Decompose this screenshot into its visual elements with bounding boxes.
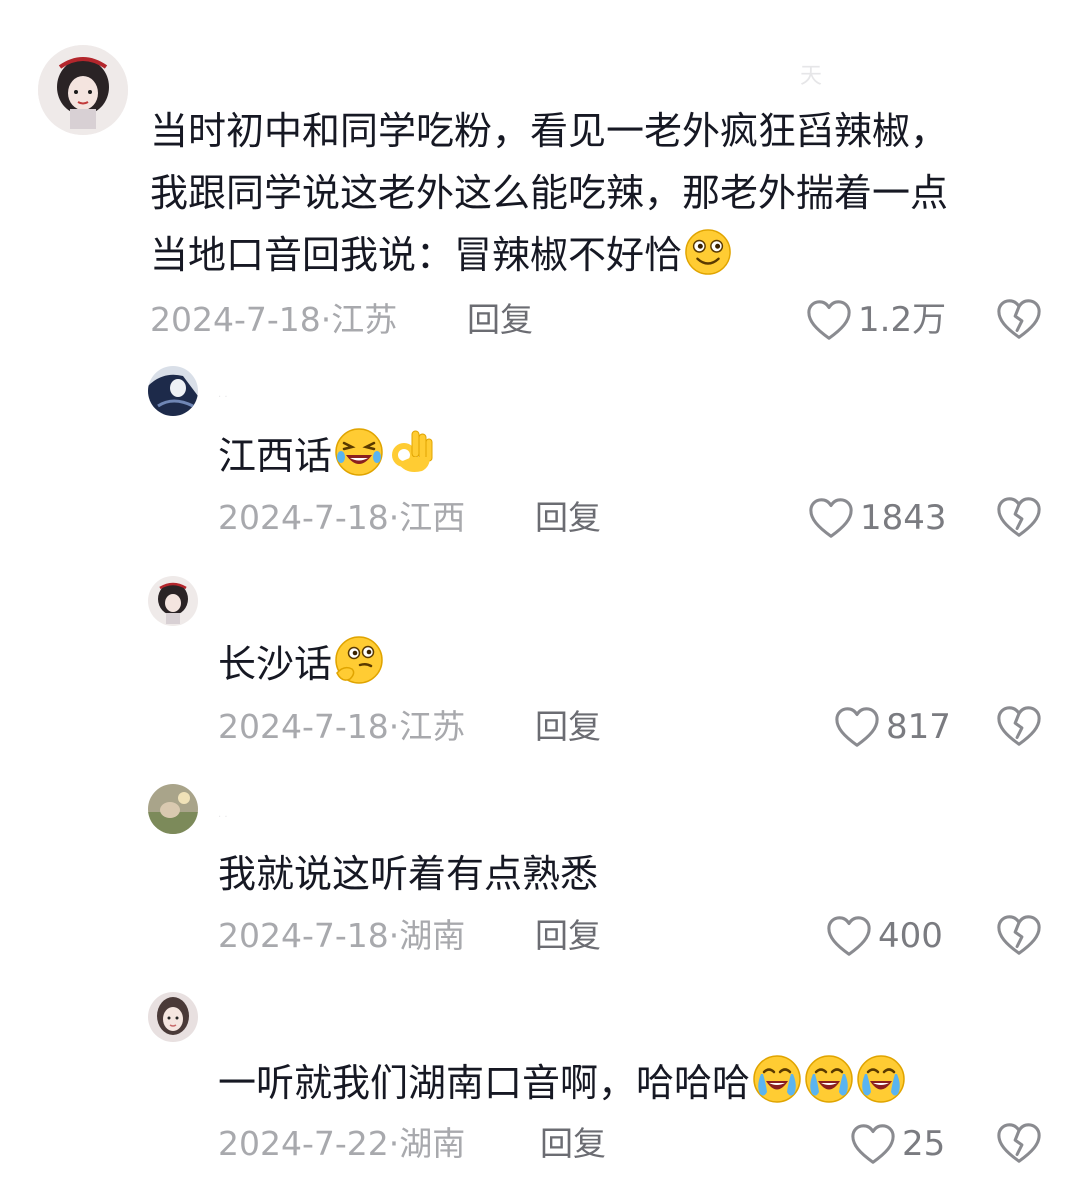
thinking-face-emoji (334, 635, 384, 703)
reply-button[interactable]: 回复 (535, 916, 601, 956)
username-faint: 天 (800, 64, 823, 89)
comment-meta: 2024-7-18·江苏 (150, 300, 397, 340)
date-separator: · (320, 300, 332, 339)
dislike-button[interactable] (996, 495, 1042, 543)
username-faint: · · (218, 392, 228, 403)
comment-date: 2024-7-18 (218, 498, 389, 537)
broken-heart-icon (996, 1121, 1042, 1165)
comment-location: 湖南 (399, 916, 466, 955)
comment-text: 长沙话 (218, 633, 1018, 703)
broken-heart-icon (996, 495, 1042, 539)
heart-icon (826, 914, 872, 958)
heart-icon (808, 496, 854, 540)
comment-text: 我就说这听着有点熟悉 (218, 852, 599, 896)
username-faint: · · (218, 812, 228, 823)
like-button[interactable]: 817 (834, 705, 951, 749)
date-separator: · (388, 707, 400, 746)
broken-heart-icon (996, 297, 1042, 341)
comment-date: 2024-7-22 (218, 1124, 389, 1163)
dislike-button[interactable] (996, 913, 1042, 961)
date-separator: · (388, 1124, 400, 1163)
tears-of-joy-emoji (804, 1054, 854, 1122)
avatar[interactable] (38, 45, 128, 135)
comment-date: 2024-7-18 (218, 916, 389, 955)
like-button[interactable]: 25 (850, 1122, 945, 1166)
reply-button[interactable]: 回复 (535, 707, 601, 747)
comment-meta: 2024-7-18·湖南 (218, 916, 465, 956)
reply-button[interactable]: 回复 (535, 498, 601, 538)
comment-location: 江苏 (331, 300, 398, 339)
comment-text: 一听就我们湖南口音啊，哈哈哈 (218, 1052, 1038, 1122)
comment-date: 2024-7-18 (150, 300, 321, 339)
comment-meta: 2024-7-18·江苏 (218, 707, 465, 747)
rofl-face-emoji (334, 427, 384, 495)
tears-of-joy-emoji (856, 1054, 906, 1122)
avatar[interactable] (148, 366, 198, 416)
like-count: 1.2万 (858, 300, 947, 340)
comment-location: 江西 (399, 498, 466, 537)
heart-icon (806, 298, 852, 342)
ok-hand-emoji (386, 427, 436, 495)
avatar[interactable] (148, 784, 198, 834)
dislike-button[interactable] (996, 297, 1042, 345)
comment-location: 江苏 (399, 707, 466, 746)
comment-text: 当时初中和同学吃粉，看见一老外疯狂舀辣椒， 我跟同学说这老外这么能吃辣，那老外揣… (150, 100, 1050, 294)
reply-button[interactable]: 回复 (540, 1124, 606, 1164)
heart-icon (834, 705, 880, 749)
like-button[interactable]: 1843 (808, 496, 947, 540)
tears-of-joy-emoji (752, 1054, 802, 1122)
comment-location: 湖南 (399, 1124, 466, 1163)
avatar[interactable] (148, 576, 198, 626)
comment-text: 江西话 (218, 425, 1018, 495)
heart-icon (850, 1122, 896, 1166)
comment-date: 2024-7-18 (218, 707, 389, 746)
smirk-face-emoji (684, 228, 732, 294)
like-count: 400 (878, 916, 943, 956)
like-count: 25 (902, 1124, 946, 1164)
date-separator: · (388, 916, 400, 955)
dislike-button[interactable] (996, 704, 1042, 752)
date-separator: · (388, 498, 400, 537)
dislike-button[interactable] (996, 1121, 1042, 1169)
like-count: 817 (886, 707, 951, 747)
comment-meta: 2024-7-18·江西 (218, 498, 465, 538)
like-button[interactable]: 400 (826, 914, 943, 958)
broken-heart-icon (996, 913, 1042, 957)
like-button[interactable]: 1.2万 (806, 298, 946, 342)
like-count: 1843 (860, 498, 947, 538)
avatar[interactable] (148, 992, 198, 1042)
comment-meta: 2024-7-22·湖南 (218, 1124, 465, 1164)
reply-button[interactable]: 回复 (467, 300, 533, 340)
broken-heart-icon (996, 704, 1042, 748)
